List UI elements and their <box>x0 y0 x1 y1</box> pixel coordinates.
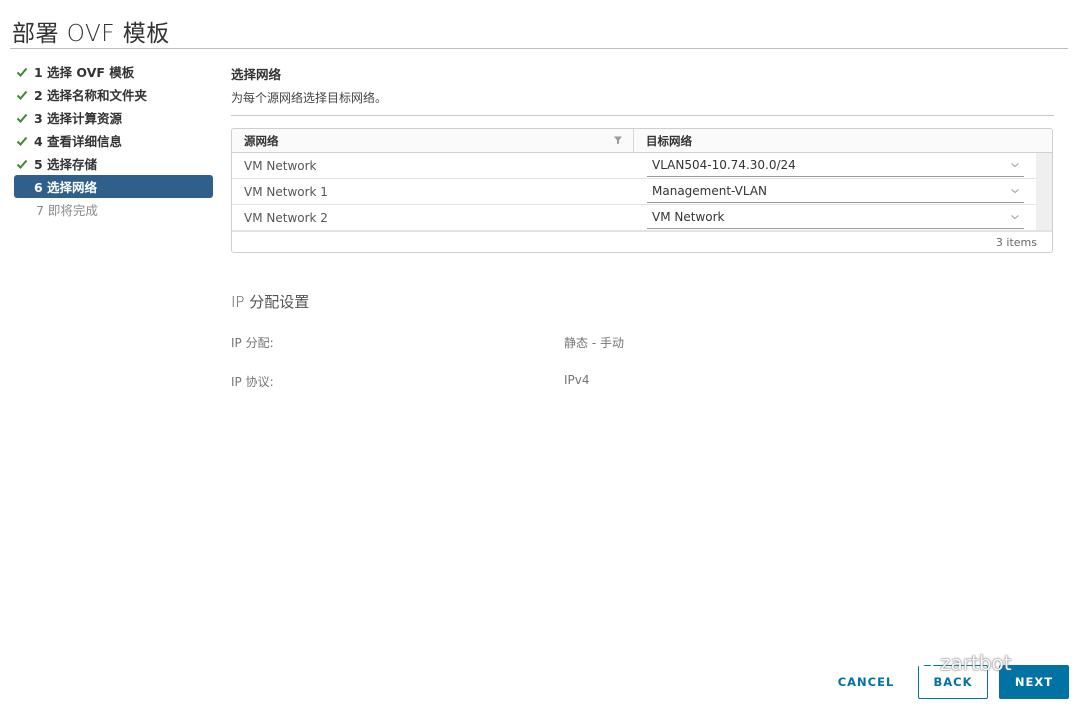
grid-body: VM Network VLAN504-10.74.30.0/24 VM Netw… <box>232 153 1052 231</box>
ip-allocation-settings: IP 分配设置 IP 分配: 静态 - 手动 IP 协议: IPv4 <box>231 291 1054 390</box>
step-select-storage[interactable]: 5 选择存储 <box>14 152 214 175</box>
chevron-down-icon[interactable] <box>1010 184 1020 198</box>
column-label: 目标网络 <box>646 133 692 148</box>
destination-network-select[interactable]: VLAN504-10.74.30.0/24 <box>647 155 1024 177</box>
checkmark-icon <box>16 66 34 78</box>
checkmark-icon <box>16 158 34 170</box>
network-mapping-grid: 源网络 目标网络 VM Network VLAN504-10.74.30.0/2… <box>231 128 1053 253</box>
wizard-steps: 1 选择 OVF 模板 2 选择名称和文件夹 3 选择计算资源 4 查看详细信息… <box>14 60 214 221</box>
table-row[interactable]: VM Network 2 VM Network <box>232 205 1052 231</box>
select-value: Management-VLAN <box>652 184 768 198</box>
deploy-ovf-dialog: 部署 OVF 模板 1 选择 OVF 模板 2 选择名称和文件夹 3 选择计算资… <box>0 0 1080 708</box>
item-count: 3 items <box>995 235 1037 249</box>
grid-footer: 3 items <box>232 231 1052 252</box>
step-select-network[interactable]: 6 选择网络 <box>14 175 213 198</box>
checkmark-icon <box>16 112 34 124</box>
grid-header: 源网络 目标网络 <box>232 129 1052 153</box>
step-review-details[interactable]: 4 查看详细信息 <box>14 129 214 152</box>
table-row[interactable]: VM Network 1 Management-VLAN <box>232 179 1052 205</box>
step-label: 1 选择 OVF 模板 <box>34 65 135 80</box>
step-label: 7 即将完成 <box>36 203 98 218</box>
ip-settings-title: IP 分配设置 <box>231 293 310 311</box>
ip-allocation-row: IP 分配: 静态 - 手动 <box>231 334 1054 351</box>
checkmark-icon <box>16 89 34 101</box>
step-label: 3 选择计算资源 <box>34 111 123 126</box>
ip-allocation-value: 静态 - 手动 <box>564 336 624 350</box>
source-network-cell: VM Network 2 <box>244 210 328 225</box>
title-divider <box>10 48 1068 49</box>
section-title: 选择网络 <box>231 67 282 82</box>
ip-protocol-label: IP 协议: <box>231 375 274 389</box>
step-select-ovf-template[interactable]: 1 选择 OVF 模板 <box>14 60 214 83</box>
checkmark-icon <box>16 135 34 147</box>
ip-protocol-value: IPv4 <box>564 373 590 387</box>
step-label: 5 选择存储 <box>34 157 98 172</box>
dialog-title: 部署 OVF 模板 <box>12 21 170 47</box>
column-header-destination-network[interactable]: 目标网络 <box>634 129 1052 152</box>
next-button[interactable]: NEXT <box>999 665 1069 699</box>
filter-icon[interactable] <box>613 134 623 148</box>
destination-network-cell: Management-VLAN <box>634 179 1024 204</box>
main-panel: 选择网络 为每个源网络选择目标网络。 源网络 目标网络 VM Network V… <box>231 64 1054 390</box>
source-network-cell: VM Network 1 <box>244 184 328 199</box>
section-description: 为每个源网络选择目标网络。 <box>231 89 1054 116</box>
step-label: 6 选择网络 <box>34 180 98 195</box>
cancel-button[interactable]: CANCEL <box>830 665 902 699</box>
step-select-name-folder[interactable]: 2 选择名称和文件夹 <box>14 83 214 106</box>
destination-network-select[interactable]: VM Network <box>647 207 1024 229</box>
chevron-down-icon[interactable] <box>1010 158 1020 172</box>
table-row[interactable]: VM Network VLAN504-10.74.30.0/24 <box>232 153 1052 179</box>
step-select-compute-resource[interactable]: 3 选择计算资源 <box>14 106 214 129</box>
vertical-scrollbar[interactable] <box>1036 153 1052 230</box>
source-network-cell: VM Network <box>244 158 317 173</box>
back-button[interactable]: BACK <box>918 665 988 699</box>
step-label: 2 选择名称和文件夹 <box>34 88 148 103</box>
destination-network-cell: VLAN504-10.74.30.0/24 <box>634 153 1024 178</box>
step-ready-to-complete: 7 即将完成 <box>14 198 214 221</box>
destination-network-cell: VM Network <box>634 205 1024 230</box>
select-value: VM Network <box>652 210 725 224</box>
ip-protocol-row: IP 协议: IPv4 <box>231 373 1054 390</box>
chevron-down-icon[interactable] <box>1010 210 1020 224</box>
ip-allocation-label: IP 分配: <box>231 336 274 350</box>
column-header-source-network[interactable]: 源网络 <box>232 129 634 152</box>
destination-network-select[interactable]: Management-VLAN <box>647 181 1024 203</box>
step-label: 4 查看详细信息 <box>34 134 123 149</box>
column-label: 源网络 <box>244 133 279 148</box>
select-value: VLAN504-10.74.30.0/24 <box>652 158 796 172</box>
